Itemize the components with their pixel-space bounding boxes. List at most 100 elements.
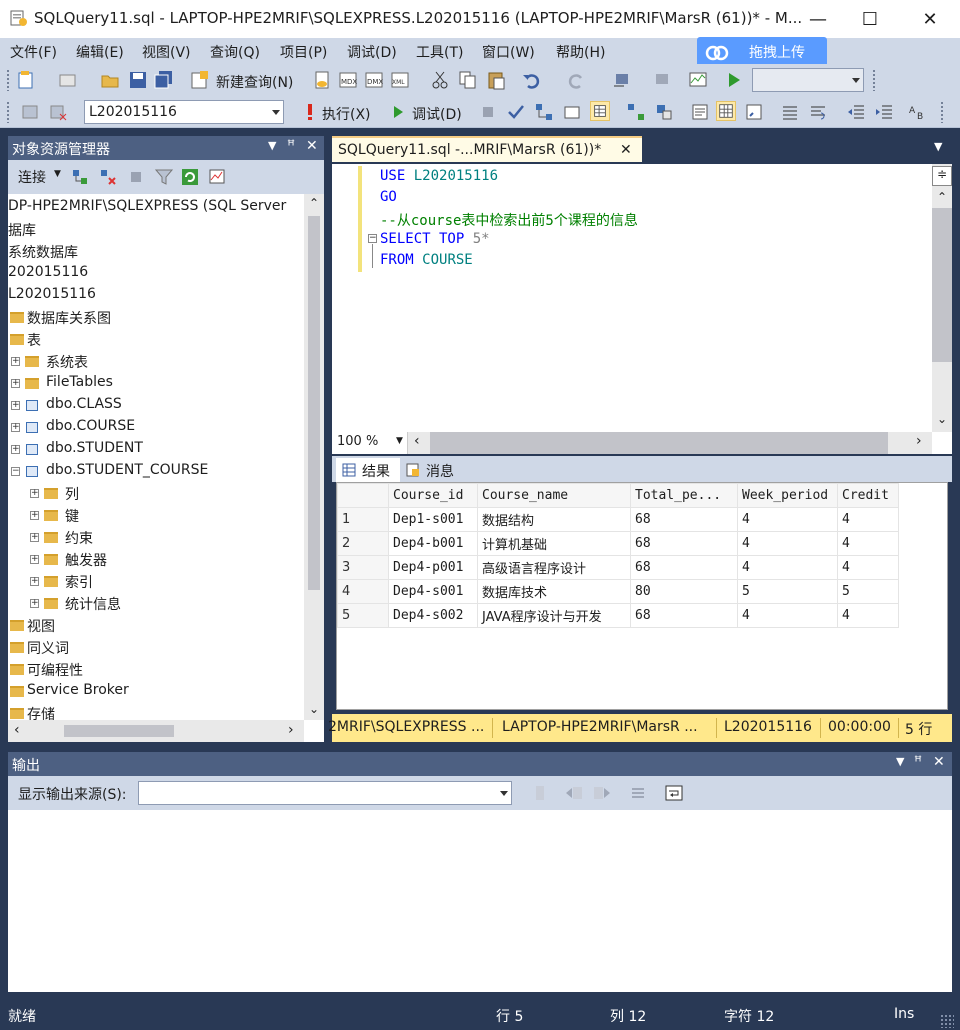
menu-window[interactable]: 窗口(W) xyxy=(482,42,535,62)
refresh-icon[interactable] xyxy=(180,167,200,187)
grid-cell[interactable]: 5 xyxy=(837,579,899,604)
activity-monitor-icon[interactable] xyxy=(208,167,228,187)
collapse-region-icon[interactable]: − xyxy=(368,234,377,243)
uncomment-lines-icon[interactable] xyxy=(808,102,828,122)
connect-icon[interactable] xyxy=(20,102,40,122)
scroll-up-icon[interactable]: ⌃ xyxy=(937,190,947,204)
debug-button[interactable]: 调试(D) xyxy=(412,104,462,124)
grid-corner[interactable] xyxy=(337,483,389,508)
grid-cell[interactable]: 4 xyxy=(737,555,838,580)
toolbar-grip[interactable] xyxy=(6,69,10,91)
decrease-indent-icon[interactable] xyxy=(846,102,866,122)
close-pane-icon[interactable]: ✕ xyxy=(933,754,945,770)
editor-horizontal-scrollbar[interactable]: ‹ › xyxy=(408,432,932,454)
column-header[interactable]: Course_id xyxy=(388,483,478,508)
grid-cell[interactable]: 5 xyxy=(737,579,838,604)
pin-icon[interactable]: ꟸ xyxy=(287,138,295,154)
close-window-button[interactable]: ✕ xyxy=(904,0,956,38)
results-to-file-icon[interactable] xyxy=(744,102,764,122)
parse-checkmark-icon[interactable] xyxy=(506,102,526,122)
find-message-icon[interactable] xyxy=(530,783,550,803)
expand-icon[interactable]: + xyxy=(11,401,20,410)
table-row[interactable]: 1 Dep1-s001 数据结构 68 4 4 xyxy=(337,507,899,532)
expand-icon[interactable]: + xyxy=(11,357,20,366)
tab-overflow-icon[interactable]: ▼ xyxy=(934,140,942,153)
tab-results[interactable]: 结果 xyxy=(336,458,400,482)
execute-button[interactable]: 执行(X) xyxy=(322,104,371,124)
grid-cell[interactable]: Dep4-s001 xyxy=(388,579,478,604)
grid-cell[interactable]: 计算机基础 xyxy=(477,531,631,556)
start-icon[interactable] xyxy=(724,70,744,90)
grid-cell[interactable]: Dep1-s001 xyxy=(388,507,478,532)
cancel-query-icon[interactable] xyxy=(478,102,498,122)
scroll-up-icon[interactable]: ⌃ xyxy=(309,196,319,210)
split-window-icon[interactable]: ≑ xyxy=(932,166,952,186)
redo-icon[interactable] xyxy=(566,70,586,90)
menu-view[interactable]: 视图(V) xyxy=(142,42,191,62)
grid-cell[interactable]: Dep4-p001 xyxy=(388,555,478,580)
menu-debug[interactable]: 调试(D) xyxy=(347,42,397,62)
row-number[interactable]: 1 xyxy=(337,507,389,532)
scroll-left-icon[interactable]: ‹ xyxy=(414,433,420,449)
collapse-icon[interactable]: − xyxy=(11,467,20,476)
available-databases-select[interactable]: L202015116 xyxy=(84,100,284,124)
scrollbar-thumb[interactable] xyxy=(932,208,952,362)
table-row[interactable]: 3 Dep4-p001 高级语言程序设计 68 4 4 xyxy=(337,555,899,580)
column-header[interactable]: Credit xyxy=(837,483,899,508)
scroll-right-icon[interactable]: › xyxy=(916,433,922,449)
expand-icon[interactable]: + xyxy=(30,511,39,520)
grid-cell[interactable]: 4 xyxy=(737,507,838,532)
scrollbar-thumb[interactable] xyxy=(64,725,174,737)
connect-dropdown-icon[interactable]: ▼ xyxy=(54,169,61,179)
mdx-query-icon[interactable]: MDX xyxy=(338,70,358,90)
grid-cell[interactable]: 4 xyxy=(737,603,838,628)
menu-project[interactable]: 项目(P) xyxy=(280,42,327,62)
tree-vertical-scrollbar[interactable]: ⌃ ⌄ xyxy=(304,194,324,720)
undo-icon[interactable] xyxy=(522,70,542,90)
pin-icon[interactable]: ꟸ xyxy=(914,754,922,770)
grid-cell[interactable]: 数据结构 xyxy=(477,507,631,532)
tree-horizontal-scrollbar[interactable]: ‹ › xyxy=(8,720,304,742)
pane-dropdown-icon[interactable]: ▼ xyxy=(896,755,904,768)
close-pane-icon[interactable]: ✕ xyxy=(306,138,318,154)
grid-cell[interactable]: 数据库技术 xyxy=(477,579,631,604)
debug-start-icon[interactable] xyxy=(388,102,408,122)
scroll-right-icon[interactable]: › xyxy=(288,722,294,738)
expand-icon[interactable]: + xyxy=(30,533,39,542)
row-number[interactable]: 4 xyxy=(337,579,389,604)
paste-icon[interactable] xyxy=(486,70,506,90)
new-query-icon[interactable] xyxy=(190,70,210,90)
menu-file[interactable]: 文件(F) xyxy=(10,42,57,62)
disconnect-icon[interactable] xyxy=(98,167,118,187)
menu-edit[interactable]: 编辑(E) xyxy=(76,42,124,62)
scroll-down-icon[interactable]: ⌄ xyxy=(309,702,319,716)
expand-icon[interactable]: + xyxy=(30,599,39,608)
output-window[interactable] xyxy=(8,810,952,992)
save-all-icon[interactable] xyxy=(154,70,174,90)
minimize-button[interactable]: — xyxy=(792,0,844,38)
grid-cell[interactable]: 4 xyxy=(837,555,899,580)
connect-object-explorer-icon[interactable] xyxy=(70,167,90,187)
open-file-icon[interactable] xyxy=(100,70,120,90)
tab-sqlquery11[interactable]: SQLQuery11.sql -...MRIF\MarsR (61))* ✕ xyxy=(332,136,642,162)
include-plan-icon[interactable] xyxy=(626,102,646,122)
results-to-grid-icon[interactable] xyxy=(590,101,610,121)
filter-icon[interactable] xyxy=(154,167,174,187)
column-header[interactable]: Total_pe... xyxy=(630,483,738,508)
zoom-select[interactable]: 100 % ▼ xyxy=(332,432,408,454)
grid-cell[interactable]: 4 xyxy=(837,531,899,556)
comment-lines-icon[interactable] xyxy=(780,102,800,122)
row-number[interactable]: 5 xyxy=(337,603,389,628)
grid-cell[interactable]: 80 xyxy=(630,579,738,604)
grid-cell[interactable]: 4 xyxy=(737,531,838,556)
grid-cell[interactable]: Dep4-b001 xyxy=(388,531,478,556)
clear-all-icon[interactable] xyxy=(628,783,648,803)
results-to-text-icon[interactable] xyxy=(690,102,710,122)
go-to-previous-icon[interactable] xyxy=(564,783,584,803)
navigate-forward-icon[interactable] xyxy=(652,70,672,90)
specify-template-values-icon[interactable]: AB xyxy=(908,102,928,122)
row-number[interactable]: 3 xyxy=(337,555,389,580)
table-row[interactable]: 5 Dep4-s002 JAVA程序设计与开发 68 4 4 xyxy=(337,603,899,628)
menu-tools[interactable]: 工具(T) xyxy=(416,42,463,62)
expand-icon[interactable]: + xyxy=(11,379,20,388)
